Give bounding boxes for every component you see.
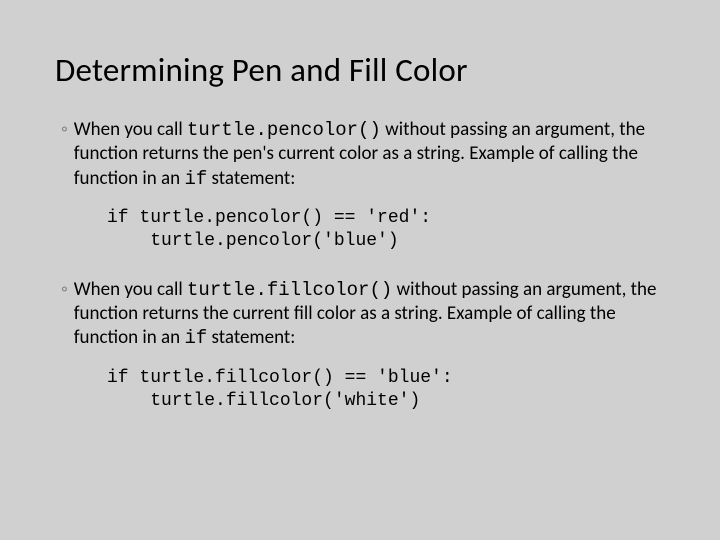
bullet-text: When you call turtle.fillcolor() without… (74, 278, 665, 351)
slide-title: Determining Pen and Fill Color (55, 50, 665, 90)
code-block: if turtle.pencolor() == 'red': turtle.pe… (107, 207, 665, 254)
text-run: When you call (74, 278, 187, 301)
text-run: When you call (74, 118, 187, 141)
bullet-symbol: ◦ (61, 118, 74, 191)
bullet-item: ◦ When you call turtle.fillcolor() witho… (61, 278, 665, 351)
bullet-text: When you call turtle.pencolor() without … (74, 118, 665, 191)
bullet-symbol: ◦ (61, 278, 74, 351)
inline-code: if (184, 327, 207, 349)
text-run: statement: (207, 326, 295, 349)
bullet-item: ◦ When you call turtle.pencolor() withou… (61, 118, 665, 191)
inline-code: turtle.fillcolor() (187, 279, 392, 301)
text-run: statement: (207, 167, 295, 190)
code-block: if turtle.fillcolor() == 'blue': turtle.… (107, 367, 665, 414)
inline-code: if (184, 168, 207, 190)
inline-code: turtle.pencolor() (187, 119, 381, 141)
